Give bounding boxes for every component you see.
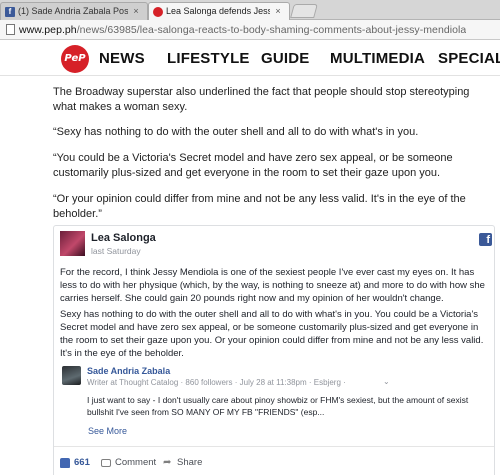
comment-author-name[interactable]: Sade Andria Zabala bbox=[87, 366, 170, 376]
comment-button[interactable]: Comment bbox=[101, 457, 156, 468]
close-tab-icon[interactable]: × bbox=[131, 3, 141, 20]
post-timestamp[interactable]: last Saturday bbox=[91, 246, 141, 256]
tab-title: (1) Sade Andria Zabala Pos bbox=[18, 6, 128, 16]
page-icon bbox=[6, 24, 15, 35]
nav-item-specials[interactable]: SPECIALS bbox=[438, 50, 500, 67]
nav-item-news[interactable]: NEWS bbox=[99, 50, 145, 67]
new-tab-button[interactable] bbox=[290, 4, 318, 18]
like-button[interactable]: 661 bbox=[60, 457, 90, 468]
post-author-name[interactable]: Lea Salonga bbox=[91, 232, 156, 244]
nav-item-multimedia[interactable]: MULTIMEDIA bbox=[330, 50, 425, 67]
article-paragraph: The Broadway superstar also underlined t… bbox=[53, 86, 470, 113]
thumbs-up-icon bbox=[60, 457, 70, 468]
comment-label: Comment bbox=[115, 457, 157, 468]
nav-item-lifestyle[interactable]: LIFESTYLE bbox=[167, 50, 250, 67]
url-path: /news/63985/lea-salonga-reacts-to-body-s… bbox=[76, 23, 467, 36]
share-button[interactable]: ➦ Share bbox=[163, 457, 202, 468]
post-paragraph: For the record, I think Jessy Mendiola i… bbox=[60, 267, 485, 304]
article-paragraph: “Or your opinion could differ from mine … bbox=[53, 193, 466, 220]
like-count: 661 bbox=[74, 457, 90, 468]
share-label: Share bbox=[177, 457, 203, 468]
avatar[interactable] bbox=[62, 366, 81, 385]
avatar[interactable] bbox=[60, 231, 85, 256]
article-paragraph: “You could be a Victoria's Secret model … bbox=[53, 152, 453, 179]
facebook-favicon-icon: f bbox=[5, 6, 15, 17]
chevron-down-icon[interactable]: ⌄ bbox=[383, 377, 390, 386]
address-bar[interactable]: www.pep.ph/news/63985/lea-salonga-reacts… bbox=[0, 20, 500, 40]
comment-text: I just want to say - I don't usually car… bbox=[87, 395, 469, 417]
url-field[interactable]: www.pep.ph/news/63985/lea-salonga-reacts… bbox=[19, 24, 466, 36]
pep-logo[interactable]: PeP bbox=[61, 45, 89, 73]
comment-meta: Writer at Thought Catalog · 860 follower… bbox=[87, 378, 346, 387]
pep-favicon-icon bbox=[153, 6, 163, 17]
tab-title: Lea Salonga defends Jessy bbox=[166, 6, 270, 16]
nav-item-guide[interactable]: GUIDE bbox=[261, 50, 310, 67]
see-more-link[interactable]: See More bbox=[88, 426, 127, 436]
share-icon: ➦ bbox=[163, 456, 172, 468]
tab-facebook[interactable]: f (1) Sade Andria Zabala Pos × bbox=[0, 2, 148, 20]
url-host: www.pep.ph bbox=[19, 23, 77, 36]
facebook-logo-icon[interactable]: f bbox=[479, 233, 492, 246]
comment-icon bbox=[101, 458, 111, 467]
close-tab-icon[interactable]: × bbox=[273, 3, 283, 20]
post-paragraph: Sexy has nothing to do with the outer sh… bbox=[60, 309, 484, 359]
divider bbox=[54, 446, 494, 447]
tab-pep-article[interactable]: Lea Salonga defends Jessy × bbox=[148, 2, 290, 20]
browser-tab-strip: f (1) Sade Andria Zabala Pos × Lea Salon… bbox=[0, 0, 500, 20]
article-paragraph: “Sexy has nothing to do with the outer s… bbox=[53, 126, 419, 138]
